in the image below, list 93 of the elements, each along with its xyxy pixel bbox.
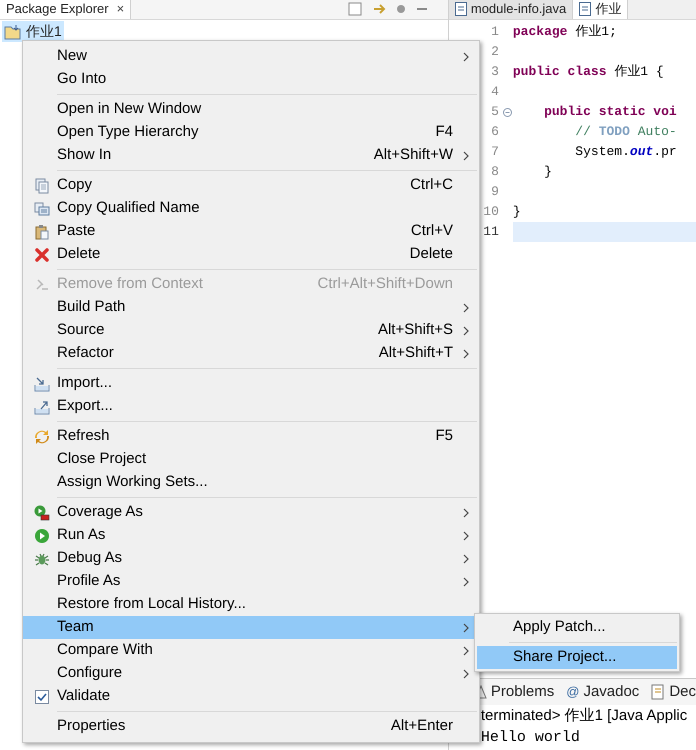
menu-item[interactable]: Refactor Alt+Shift+T: [23, 342, 479, 365]
chevron-right-icon: [463, 508, 469, 518]
menu-item[interactable]: Copy Ctrl+C: [23, 174, 479, 197]
line-number: 7: [491, 143, 499, 162]
editor-tab[interactable]: 作业: [573, 0, 628, 19]
link-icon[interactable]: [372, 2, 386, 16]
document-icon: [651, 684, 666, 700]
chevron-right-icon: [463, 554, 469, 564]
project-name: 作业1: [26, 22, 62, 41]
menu-item[interactable]: Apply Patch...: [477, 616, 677, 639]
line-number: 4: [491, 83, 499, 102]
tab-title: Dec: [669, 682, 696, 702]
chevron-right-icon: [463, 646, 469, 656]
line-number: 8: [491, 163, 499, 182]
menu-item[interactable]: Copy Qualified Name: [23, 197, 479, 220]
folder-icon: [4, 24, 22, 40]
line-number: 9: [491, 183, 499, 202]
view-tab[interactable]: Package Explorer ×: [0, 0, 132, 19]
java-file-icon: [454, 2, 467, 16]
line-number: 11: [483, 223, 499, 242]
code-text: public static voi: [543, 103, 677, 122]
import-icon: [34, 376, 50, 392]
collapse-icon[interactable]: [348, 2, 362, 16]
menu-item[interactable]: Build Path: [23, 296, 479, 319]
code-text: System.out.pr: [574, 143, 677, 162]
menu-item[interactable]: Profile As: [23, 570, 479, 593]
menu-item[interactable]: Restore from Local History...: [23, 593, 479, 616]
menu-item[interactable]: Compare With: [23, 639, 479, 662]
console-line: Hello world: [480, 728, 580, 748]
tab-title: Problems: [490, 682, 554, 702]
line-number: 10: [483, 203, 499, 222]
console-line: terminated> 作业1 [Java Applic: [480, 706, 688, 726]
pages-icon: [34, 178, 50, 194]
refresh-icon: [34, 428, 50, 444]
menu-item[interactable]: Import...: [23, 372, 479, 395]
chevron-right-icon: [463, 326, 469, 336]
menu-item[interactable]: Refresh F5: [23, 425, 479, 448]
menu-item[interactable]: Properties Alt+Enter: [23, 715, 479, 738]
run-icon: [34, 528, 50, 544]
menu-item[interactable]: Show In Alt+Shift+W: [23, 144, 479, 167]
menu-item[interactable]: Open Type Hierarchy F4: [23, 121, 479, 144]
tree-item[interactable]: 作业1: [2, 21, 64, 42]
menu-item[interactable]: Validate: [23, 685, 479, 708]
tab-title: module-info.java: [470, 0, 566, 18]
view-tab[interactable]: Dec: [651, 680, 696, 704]
menu-item[interactable]: Close Project: [23, 448, 479, 471]
menu-item[interactable]: Configure: [23, 662, 479, 685]
coverage-icon: [34, 504, 50, 520]
clipboard-icon: [34, 224, 50, 240]
checkbox-icon[interactable]: [35, 690, 49, 704]
java-file-icon: [579, 2, 592, 16]
dot-icon[interactable]: [396, 4, 406, 14]
tab-title: Javadoc: [583, 682, 640, 702]
tab-title: 作业: [595, 0, 622, 18]
menu-item[interactable]: Coverage As: [23, 501, 479, 524]
chevron-right-icon: [463, 302, 469, 312]
menu-item[interactable]: Paste Ctrl+V: [23, 220, 479, 243]
line-number: 1: [491, 23, 499, 42]
menu-item[interactable]: Open in New Window: [23, 98, 479, 121]
menu-item[interactable]: New: [23, 45, 479, 68]
chevron-right-icon: [463, 622, 469, 632]
editor-tab[interactable]: module-info.java: [448, 0, 574, 19]
tab-title: Package Explorer: [6, 0, 109, 18]
chevron-right-icon: [463, 576, 469, 586]
menu-item[interactable]: Share Project...: [477, 646, 677, 669]
code-text: // TODO Auto-: [574, 123, 677, 142]
menu-item[interactable]: Delete Delete: [23, 243, 479, 266]
delete-icon: [34, 246, 50, 262]
line-number: 6: [491, 123, 499, 142]
view-tab[interactable]: @ Javadoc: [566, 680, 640, 704]
menu-item[interactable]: Export...: [23, 395, 479, 418]
line-number: 5: [491, 103, 499, 122]
chevron-right-icon: [463, 52, 469, 62]
line-number: 2: [491, 43, 499, 62]
close-button[interactable]: ×: [116, 0, 124, 19]
chevron-right-icon: [463, 530, 469, 540]
menu-item[interactable]: Source Alt+Shift+S: [23, 319, 479, 342]
chevron-right-icon: [463, 668, 469, 678]
chevron-right-icon: [463, 348, 469, 358]
export-icon: [34, 398, 50, 414]
code-text: package 作业1;: [512, 23, 617, 42]
menu-item[interactable]: Go Into: [23, 68, 479, 91]
at-icon: @: [566, 682, 580, 702]
code-text: public class 作业1 {: [512, 63, 664, 82]
menu-item[interactable]: Debug As: [23, 547, 479, 570]
chevron-right-icon: [463, 150, 469, 160]
menu-item[interactable]: Assign Working Sets...: [23, 471, 479, 494]
pages-icon: [34, 200, 50, 216]
fold-icon[interactable]: [502, 108, 512, 116]
code-text: }: [512, 203, 521, 222]
menu-item[interactable]: Run As: [23, 524, 479, 547]
code-text: }: [543, 163, 552, 182]
line-number: 3: [491, 63, 499, 82]
